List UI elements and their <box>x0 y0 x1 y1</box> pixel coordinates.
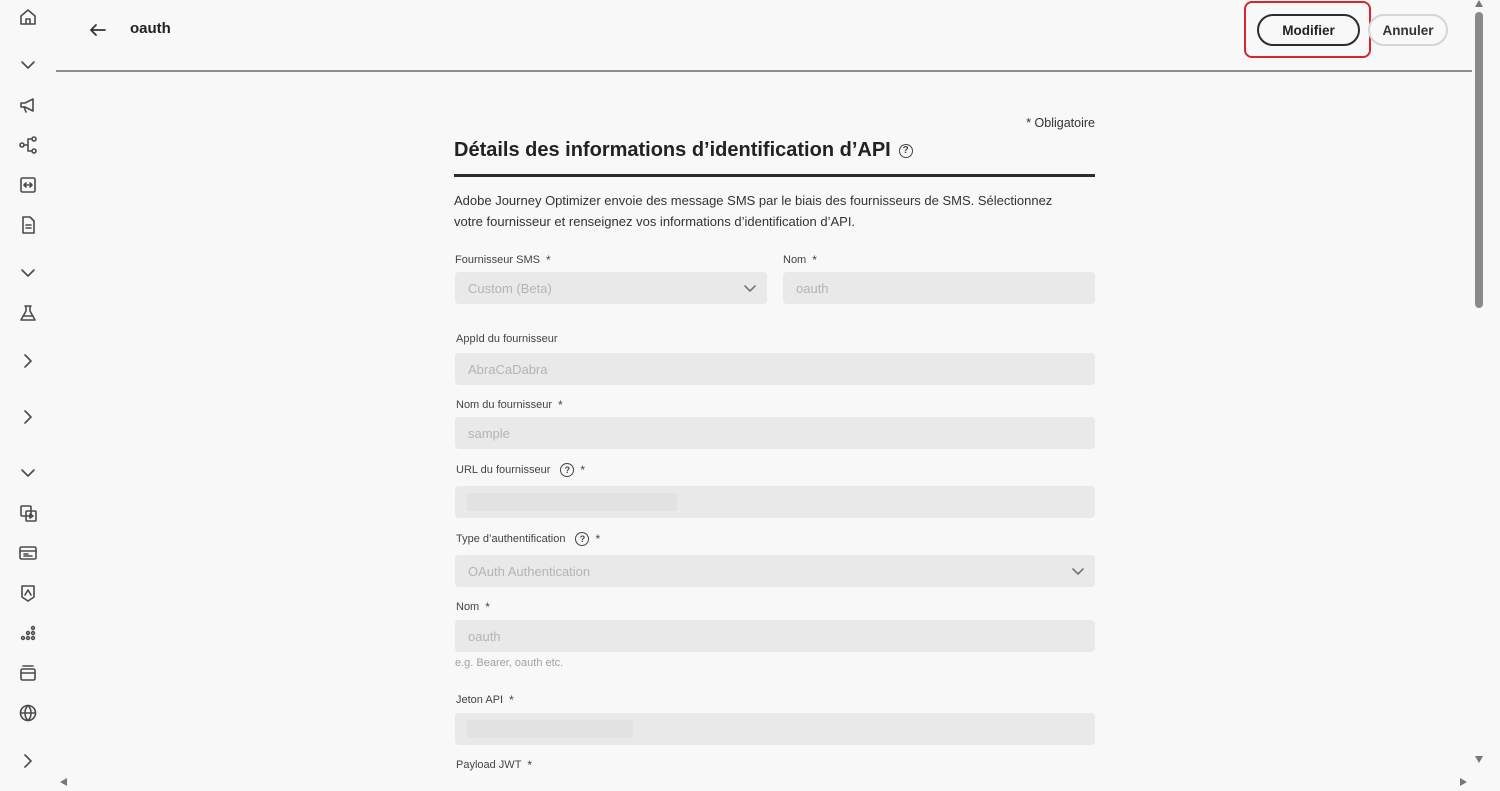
journey-icon[interactable] <box>16 133 40 157</box>
section-divider <box>454 174 1095 177</box>
asset-icon[interactable] <box>16 501 40 525</box>
jwt-payload-label-text: Payload JWT <box>456 759 522 771</box>
scroll-left-arrow-icon[interactable] <box>60 778 68 786</box>
chevron-down-icon <box>1071 564 1085 578</box>
name-input[interactable]: oauth <box>783 272 1095 304</box>
scroll-right-arrow-icon[interactable] <box>1460 778 1468 786</box>
auth-name-input[interactable]: oauth <box>455 620 1095 652</box>
page-title: oauth <box>130 20 171 37</box>
chevron-right-icon[interactable] <box>16 405 40 429</box>
provider-appid-label: AppId du fournisseur <box>456 333 558 345</box>
sms-provider-value: Custom (Beta) <box>468 280 552 296</box>
help-icon[interactable]: ? <box>898 143 913 158</box>
required-note: * Obligatoire <box>1026 116 1095 130</box>
home-icon[interactable] <box>16 5 40 29</box>
stack-icon[interactable] <box>16 661 40 685</box>
back-arrow-icon[interactable] <box>86 18 110 42</box>
split-icon[interactable] <box>16 173 40 197</box>
scroll-up-arrow-icon[interactable] <box>1475 0 1483 8</box>
help-icon[interactable]: ? <box>575 532 590 546</box>
page-header: oauth Modifier Annuler <box>56 0 1472 72</box>
help-icon[interactable]: ? <box>560 463 575 477</box>
auth-type-label-text: Type d’authentification <box>456 533 566 545</box>
horizontal-scrollbar[interactable] <box>56 774 1472 791</box>
section-title: Détails des informations d’identificatio… <box>454 139 913 162</box>
jwt-payload-label: Payload JWT * <box>456 758 533 772</box>
provider-appid-value: AbraCaDabra <box>468 361 548 377</box>
chevron-right-icon[interactable] <box>16 349 40 373</box>
image-icon[interactable] <box>16 581 40 605</box>
dots-icon[interactable] <box>16 621 40 645</box>
cancel-button[interactable]: Annuler <box>1368 14 1448 46</box>
chevron-down-icon[interactable] <box>16 261 40 285</box>
left-rail <box>0 0 56 791</box>
api-token-label: Jeton API * <box>456 693 514 707</box>
sms-provider-label: Fournisseur SMS * <box>455 253 551 267</box>
sms-provider-select[interactable]: Custom (Beta) <box>455 272 767 304</box>
scroll-down-arrow-icon[interactable] <box>1475 756 1483 764</box>
flask-icon[interactable] <box>16 301 40 325</box>
api-token-input[interactable] <box>455 713 1095 745</box>
modify-button[interactable]: Modifier <box>1257 14 1360 46</box>
auth-type-value: OAuth Authentication <box>468 563 591 579</box>
provider-appid-input[interactable]: AbraCaDabra <box>455 353 1095 385</box>
masked-value <box>467 720 633 738</box>
auth-name-label-text: Nom <box>456 601 480 613</box>
document-icon[interactable] <box>16 213 40 237</box>
chevron-right-icon[interactable] <box>16 749 40 773</box>
scroll-thumb[interactable] <box>1475 12 1483 308</box>
api-token-label-text: Jeton API <box>456 694 504 706</box>
provider-name-value: sample <box>468 425 510 441</box>
vertical-scrollbar[interactable] <box>1472 0 1500 791</box>
provider-appid-label-text: AppId du fournisseur <box>456 333 558 345</box>
auth-name-label: Nom * <box>456 600 490 614</box>
name-value: oauth <box>796 280 829 296</box>
globe-icon[interactable] <box>16 701 40 725</box>
provider-name-input[interactable]: sample <box>455 417 1095 449</box>
chevron-down-icon[interactable] <box>16 53 40 77</box>
chevron-down-icon <box>743 281 757 295</box>
section-description: Adobe Journey Optimizer envoie des messa… <box>454 193 1053 229</box>
layout-icon[interactable] <box>16 541 40 565</box>
auth-type-label: Type d’authentification ? * <box>456 532 601 546</box>
chevron-down-icon[interactable] <box>16 461 40 485</box>
auth-name-value: oauth <box>468 628 501 644</box>
name-label-text: Nom <box>783 254 807 266</box>
provider-name-label: Nom du fournisseur * <box>456 398 563 412</box>
provider-name-label-text: Nom du fournisseur <box>456 399 552 411</box>
auth-name-helper: e.g. Bearer, oauth etc. <box>455 657 564 669</box>
provider-url-label-text: URL du fournisseur <box>456 464 551 476</box>
auth-type-select[interactable]: OAuth Authentication <box>455 555 1095 587</box>
name-label: Nom * <box>783 253 817 267</box>
provider-url-input[interactable] <box>455 486 1095 518</box>
masked-value <box>467 493 677 511</box>
provider-url-label: URL du fournisseur ? * <box>456 463 586 477</box>
section-title-text: Détails des informations d’identificatio… <box>454 139 891 161</box>
megaphone-icon[interactable] <box>16 93 40 117</box>
sms-provider-label-text: Fournisseur SMS <box>455 254 540 266</box>
